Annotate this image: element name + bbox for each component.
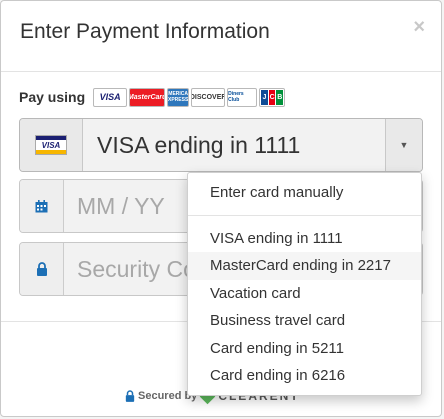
pay-using-label: Pay using [19,89,86,105]
modal-title: Enter Payment Information [20,20,270,43]
card-dropdown-menu: Enter card manually VISA ending in 1111 … [187,172,422,396]
dropdown-divider [188,214,421,216]
mastercard-logo-icon: MasterCard [129,87,166,107]
visa-logo-icon: VISA [93,87,128,107]
dropdown-item[interactable]: Card ending in 6216 [188,362,421,390]
card-select-value[interactable]: VISA ending in 1111 [83,119,385,171]
amex-logo-icon: AMERICAN EXPRESS [167,87,190,107]
selected-card-type: VISA [20,119,83,171]
lock-icon [20,243,64,295]
jcb-b: B [276,89,284,105]
jcb-logo-icon: J C B [259,87,286,107]
jcb-j: J [261,89,268,105]
dropdown-item-manual[interactable]: Enter card manually [188,179,421,207]
diners-logo-icon: Diners Club [227,87,258,107]
calendar-icon [20,180,64,232]
discover-logo-icon: DISCOVER [191,87,226,107]
secure-lock-icon [125,390,135,402]
pay-using-row: Pay using VISA MasterCard AMERICAN EXPRE… [19,85,287,109]
visa-card-icon: VISA [35,135,67,155]
chevron-down-icon[interactable]: ▼ [385,119,422,171]
dropdown-item[interactable]: MasterCard ending in 2217 [188,252,421,280]
dropdown-item[interactable]: VISA ending in 1111 [188,225,421,253]
dropdown-item[interactable]: Business travel card [188,307,421,335]
modal-header: Enter Payment Information × [1,1,441,72]
card-select[interactable]: VISA VISA ending in 1111 ▼ [19,118,423,172]
dropdown-item[interactable]: Card ending in 5211 [188,335,421,363]
dropdown-item[interactable]: Vacation card [188,280,421,308]
jcb-c: C [268,89,276,105]
close-button[interactable]: × [413,17,425,37]
